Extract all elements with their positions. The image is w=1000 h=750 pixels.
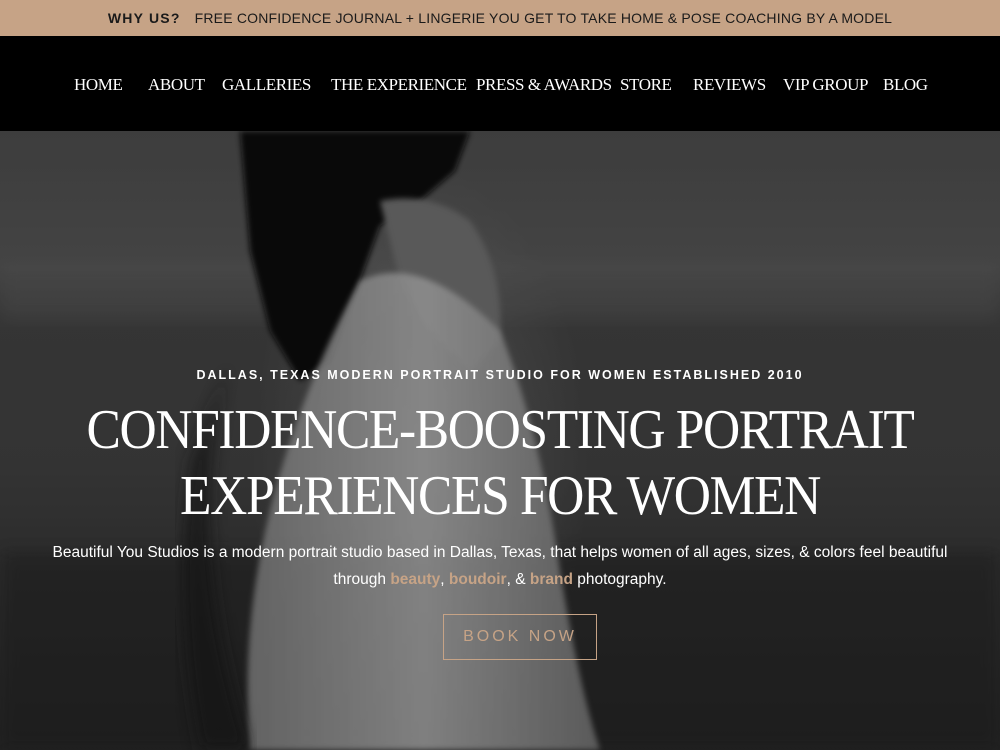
nav-about[interactable]: ABOUT <box>148 75 205 95</box>
hero-title-line-1: CONFIDENCE-BOOSTING PORTRAIT <box>86 399 915 461</box>
nav-vip-group[interactable]: VIP GROUP <box>783 75 868 95</box>
promo-bar: WHY US? FREE CONFIDENCE JOURNAL + LINGER… <box>0 0 1000 36</box>
book-now-button[interactable]: BOOK NOW <box>443 614 597 660</box>
nav-home[interactable]: HOME <box>74 75 123 95</box>
hero-description: Beautiful You Studios is a modern portra… <box>50 539 950 593</box>
promo-text: FREE CONFIDENCE JOURNAL + LINGERIE YOU G… <box>194 10 893 26</box>
hero-title: CONFIDENCE-BOOSTING PORTRAIT EXPERIENCES… <box>40 397 960 529</box>
nav-store[interactable]: STORE <box>620 75 672 95</box>
nav-press-awards[interactable]: PRESS & AWARDS <box>476 75 612 95</box>
hero-title-line-2: EXPERIENCES FOR WOMEN <box>180 465 821 527</box>
hero-desc-text-2: photography. <box>572 571 667 588</box>
nav-blog[interactable]: BLOG <box>883 75 928 95</box>
hero-desc-sep-1: , <box>440 571 449 588</box>
brand-link[interactable]: brand <box>530 571 573 588</box>
hero-desc-sep-2: , & <box>506 571 530 588</box>
nav-the-experience[interactable]: THE EXPERIENCE <box>331 75 467 95</box>
hero-eyebrow: DALLAS, TEXAS MODERN PORTRAIT STUDIO FOR… <box>196 368 804 382</box>
promo-label: WHY US? <box>107 10 181 26</box>
main-nav: HOME ABOUT GALLERIES THE EXPERIENCE PRES… <box>0 36 1000 131</box>
hero-section: DALLAS, TEXAS MODERN PORTRAIT STUDIO FOR… <box>0 131 1000 750</box>
nav-galleries[interactable]: GALLERIES <box>222 75 311 95</box>
boudoir-link[interactable]: boudoir <box>449 571 507 588</box>
beauty-link[interactable]: beauty <box>390 571 440 588</box>
nav-reviews[interactable]: REVIEWS <box>693 75 766 95</box>
